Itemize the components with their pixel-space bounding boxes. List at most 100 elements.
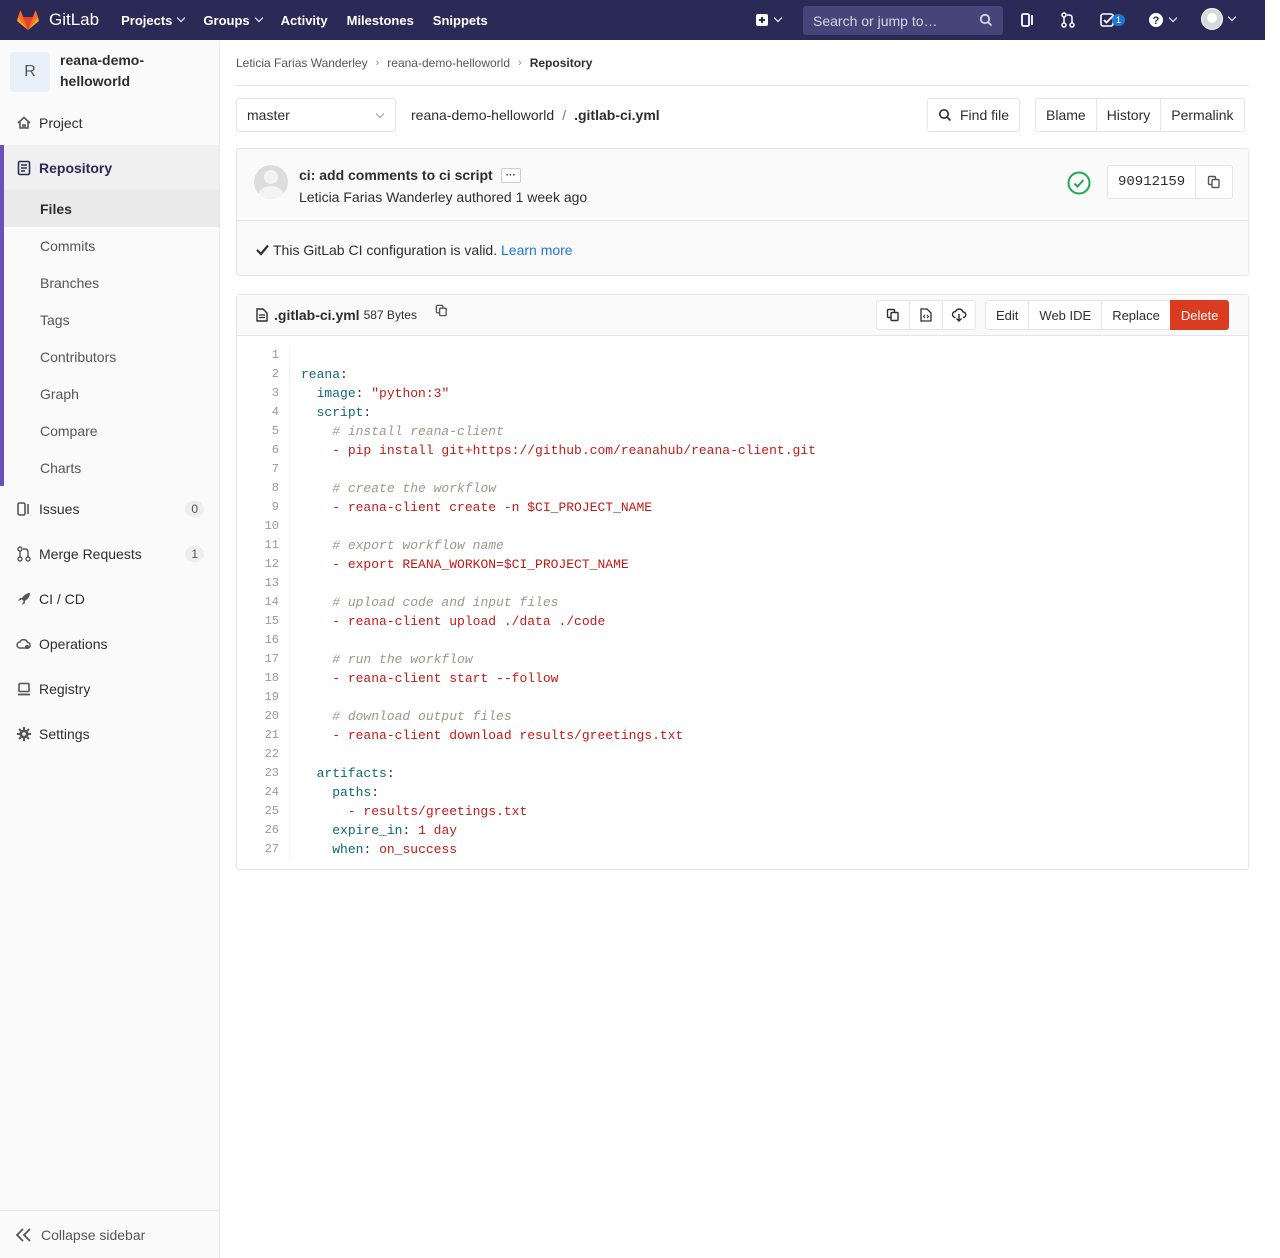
- pipeline-status[interactable]: [1067, 171, 1091, 198]
- file-viewer: .gitlab-ci.yml 587 Bytes Edit Web IDE Re…: [236, 294, 1249, 870]
- line-number[interactable]: 10: [237, 517, 279, 536]
- help-dropdown[interactable]: ?: [1148, 10, 1178, 30]
- line-number[interactable]: 3: [237, 384, 279, 403]
- sidebar-item-project[interactable]: Project: [0, 100, 219, 145]
- open-raw-button[interactable]: [909, 300, 943, 330]
- line-number[interactable]: 13: [237, 574, 279, 593]
- sidebar-item-merge-requests[interactable]: Merge Requests 1: [0, 531, 219, 576]
- line-number[interactable]: 20: [237, 707, 279, 726]
- history-button[interactable]: History: [1095, 98, 1162, 132]
- sidebar-subitem-graph[interactable]: Graph: [4, 375, 219, 412]
- container-icon: [18, 682, 30, 695]
- file-icon-buttons: [876, 300, 976, 330]
- permalink-button[interactable]: Permalink: [1160, 98, 1245, 132]
- code-line: # run the workflow: [332, 652, 473, 667]
- breadcrumb-current[interactable]: Repository: [530, 56, 593, 70]
- sidebar-item-issues[interactable]: Issues 0: [0, 486, 219, 531]
- line-number[interactable]: 11: [237, 536, 279, 555]
- sidebar-item-ci-cd[interactable]: CI / CD: [0, 576, 219, 621]
- line-number[interactable]: 19: [237, 688, 279, 707]
- sidebar-subitem-commits[interactable]: Commits: [4, 227, 219, 264]
- path-repo-link[interactable]: reana-demo-helloworld: [411, 107, 554, 123]
- nav-activity[interactable]: Activity: [281, 13, 328, 28]
- line-number[interactable]: 26: [237, 821, 279, 840]
- sidebar-subitem-files[interactable]: Files: [4, 190, 219, 227]
- line-number[interactable]: 27: [237, 840, 279, 859]
- replace-button[interactable]: Replace: [1101, 300, 1171, 330]
- gitlab-logo[interactable]: GitLab: [16, 8, 99, 32]
- nav-projects[interactable]: Projects: [121, 13, 186, 28]
- breadcrumb-owner[interactable]: Leticia Farias Wanderley: [236, 56, 368, 70]
- sidebar-item-settings[interactable]: Settings: [0, 711, 219, 756]
- download-button[interactable]: [942, 300, 976, 330]
- search-input[interactable]: Search or jump to…: [803, 6, 1003, 35]
- sidebar-subitem-tags[interactable]: Tags: [4, 301, 219, 338]
- collapse-sidebar-button[interactable]: Collapse sidebar: [0, 1210, 219, 1258]
- line-number[interactable]: 5: [237, 422, 279, 441]
- learn-more-link[interactable]: Learn more: [501, 242, 573, 258]
- web-ide-button[interactable]: Web IDE: [1028, 300, 1103, 330]
- line-number[interactable]: 25: [237, 802, 279, 821]
- code-line: - reana-client upload ./data ./code: [332, 614, 606, 629]
- home-icon: [17, 115, 31, 129]
- line-number[interactable]: 15: [237, 612, 279, 631]
- gear-icon: [17, 726, 31, 741]
- edit-button[interactable]: Edit: [985, 300, 1030, 330]
- sidebar-item-registry[interactable]: Registry: [0, 666, 219, 711]
- commit-author-avatar[interactable]: [254, 165, 288, 199]
- branch-selector[interactable]: master: [236, 98, 396, 132]
- breadcrumb-project[interactable]: reana-demo-helloworld: [387, 56, 510, 70]
- find-file-button[interactable]: Find file: [927, 98, 1021, 132]
- sidebar-project-header[interactable]: R reana-demo-helloworld: [0, 40, 219, 100]
- line-number[interactable]: 1: [237, 346, 279, 365]
- line-number[interactable]: 17: [237, 650, 279, 669]
- commit-sha[interactable]: 90912159: [1108, 166, 1197, 198]
- line-number[interactable]: 16: [237, 631, 279, 650]
- blame-button[interactable]: Blame: [1035, 98, 1097, 132]
- issues-shortcut[interactable]: [1021, 10, 1035, 30]
- line-number[interactable]: 6: [237, 441, 279, 460]
- expand-commit-button[interactable]: ···: [500, 168, 521, 183]
- delete-button[interactable]: Delete: [1169, 300, 1230, 330]
- nav-snippets[interactable]: Snippets: [433, 13, 488, 28]
- ci-validity-message: This GitLab CI configuration is valid. L…: [256, 242, 573, 258]
- line-number[interactable]: 4: [237, 403, 279, 422]
- sidebar-item-operations[interactable]: Operations: [0, 621, 219, 666]
- chevron-down-icon: [177, 13, 186, 23]
- line-number[interactable]: 18: [237, 669, 279, 688]
- merge-requests-shortcut[interactable]: [1061, 10, 1075, 30]
- copy-source-button[interactable]: [876, 300, 910, 330]
- nav-groups[interactable]: Groups: [203, 13, 263, 28]
- line-number[interactable]: 2: [237, 365, 279, 384]
- line-number[interactable]: 24: [237, 783, 279, 802]
- commit-author-line: Leticia Farias Wanderley authored 1 week…: [299, 189, 588, 205]
- path-file-name: .gitlab-ci.yml: [574, 107, 660, 123]
- nav-milestones[interactable]: Milestones: [347, 13, 414, 28]
- commit-title: ci: add comments to ci script ···: [299, 167, 521, 183]
- book-icon: [17, 160, 31, 175]
- sidebar-subitem-compare[interactable]: Compare: [4, 412, 219, 449]
- sidebar-item-repository[interactable]: Repository: [4, 145, 219, 190]
- copy-path-button[interactable]: [435, 304, 448, 320]
- line-number[interactable]: 22: [237, 745, 279, 764]
- brand-name: GitLab: [49, 10, 100, 29]
- user-menu[interactable]: [1201, 8, 1237, 30]
- sidebar-subitem-contributors[interactable]: Contributors: [4, 338, 219, 375]
- line-number[interactable]: 8: [237, 479, 279, 498]
- todos-shortcut[interactable]: 1: [1100, 10, 1126, 30]
- sidebar-subitem-branches[interactable]: Branches: [4, 264, 219, 301]
- line-number[interactable]: 21: [237, 726, 279, 745]
- project-avatar: R: [10, 52, 50, 92]
- sidebar-subitem-charts[interactable]: Charts: [4, 449, 219, 486]
- copy-sha-button[interactable]: [1196, 166, 1232, 198]
- line-number[interactable]: 23: [237, 764, 279, 783]
- sidebar-item-label: Repository: [39, 159, 113, 176]
- new-dropdown[interactable]: [755, 10, 783, 30]
- line-number[interactable]: 9: [237, 498, 279, 517]
- code-line: - reana-client start --follow: [332, 671, 559, 686]
- line-number[interactable]: 7: [237, 460, 279, 479]
- line-number[interactable]: 12: [237, 555, 279, 574]
- line-number[interactable]: 14: [237, 593, 279, 612]
- commit-title-link[interactable]: ci: add comments to ci script: [299, 167, 493, 183]
